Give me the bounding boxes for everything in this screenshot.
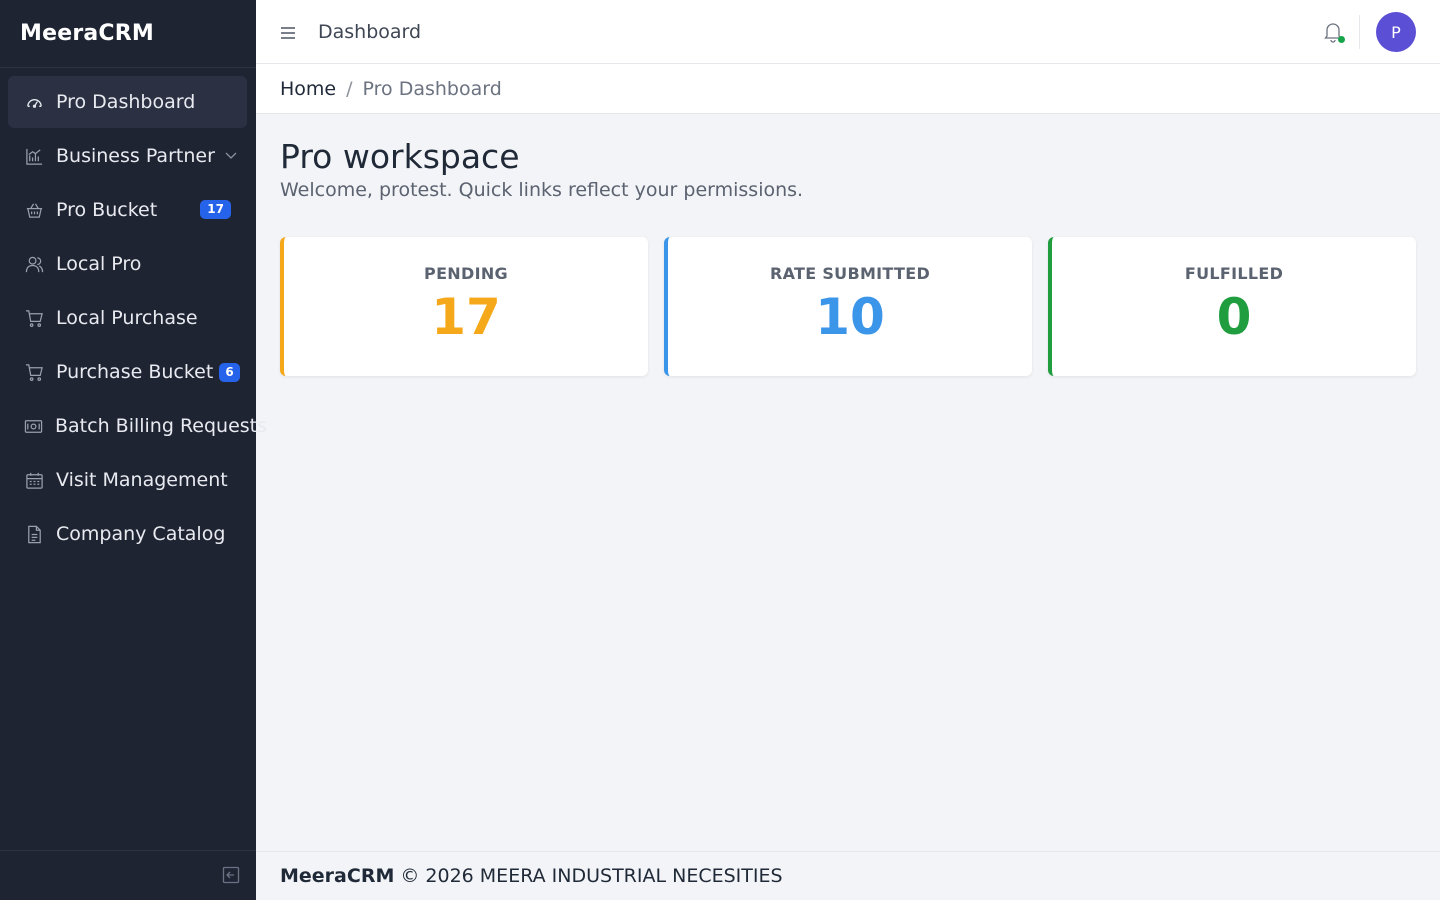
chart-icon	[24, 146, 44, 166]
avatar[interactable]: P	[1376, 12, 1416, 52]
sidebar-footer	[0, 850, 256, 900]
main-content: Pro workspace Welcome, protest. Quick li…	[256, 137, 1440, 376]
dashboard-gauge-icon	[24, 92, 44, 112]
stat-card-rate-submitted[interactable]: RATE SUBMITTED 10	[664, 237, 1032, 376]
sidebar-item-pro-bucket[interactable]: Pro Bucket 17	[8, 184, 247, 236]
sidebar-item-pro-dashboard[interactable]: Pro Dashboard	[8, 76, 247, 128]
breadcrumb: Home / Pro Dashboard	[256, 64, 1440, 114]
sidebar-item-label: Company Catalog	[56, 523, 226, 545]
sidebar-item-local-pro[interactable]: Local Pro	[8, 238, 247, 290]
sidebar-item-label: Pro Bucket	[56, 199, 158, 221]
stat-card-value: 0	[1216, 288, 1252, 346]
notification-bell-icon[interactable]	[1323, 21, 1345, 43]
stat-card-label: RATE SUBMITTED	[769, 264, 931, 283]
topbar-actions: P	[1323, 12, 1416, 52]
calendar-icon	[24, 470, 44, 490]
stat-card-value: 17	[431, 288, 501, 346]
stat-card-pending[interactable]: PENDING 17	[280, 237, 648, 376]
sidebar-item-business-partner[interactable]: Business Partner	[8, 130, 247, 182]
brand: MeeraCRM	[0, 0, 256, 68]
page-subtitle: Welcome, protest. Quick links reflect yo…	[280, 179, 804, 201]
breadcrumb-separator: /	[346, 77, 353, 100]
breadcrumb-current: Pro Dashboard	[362, 77, 502, 100]
sidebar-item-label: Pro Dashboard	[56, 91, 196, 113]
chevron-down-icon[interactable]	[225, 152, 237, 160]
count-badge: 17	[200, 200, 231, 219]
users-icon	[24, 254, 44, 274]
billing-icon	[24, 416, 43, 436]
count-badge: 6	[219, 362, 240, 382]
footer-copyright: © 2026 MEERA INDUSTRIAL NECESITIES	[400, 865, 783, 887]
sidebar-item-visit-management[interactable]: Visit Management	[8, 454, 247, 506]
page-footer: MeeraCRM © 2026 MEERA INDUSTRIAL NECESIT…	[256, 851, 1440, 900]
sidebar-nav: Pro Dashboard Business Partner Pro Bucke…	[0, 68, 267, 560]
stat-card-label: PENDING	[424, 264, 508, 283]
sidebar-item-label: Visit Management	[56, 469, 228, 491]
cart-icon	[24, 308, 44, 328]
sidebar-item-batch-billing-requests[interactable]: Batch Billing Requests	[8, 400, 267, 452]
breadcrumb-home-link[interactable]: Home	[280, 78, 336, 100]
stat-card-fulfilled[interactable]: FULFILLED 0	[1048, 237, 1416, 376]
basket-icon	[24, 200, 44, 220]
collapse-sidebar-icon[interactable]	[222, 866, 242, 886]
menu-toggle-icon[interactable]	[280, 25, 296, 39]
topbar: Dashboard P	[256, 0, 1440, 64]
brand-logo-text[interactable]: MeeraCRM	[20, 21, 154, 46]
sidebar-item-label: Local Pro	[56, 253, 142, 275]
document-icon	[24, 524, 44, 544]
footer-brand: MeeraCRM	[280, 865, 395, 887]
stat-cards: PENDING 17 RATE SUBMITTED 10 FULFILLED 0	[280, 237, 1416, 376]
notification-status-dot	[1338, 36, 1345, 43]
topbar-divider	[1359, 15, 1360, 49]
sidebar-item-label: Local Purchase	[56, 307, 198, 329]
sidebar-item-label: Business Partner	[56, 145, 215, 167]
stat-card-label: FULFILLED	[1184, 264, 1284, 283]
sidebar-item-purchase-bucket[interactable]: Purchase Bucket 6	[8, 346, 247, 398]
sidebar: MeeraCRM Pro Dashboard Business Partner …	[0, 0, 267, 900]
sidebar-item-local-purchase[interactable]: Local Purchase	[8, 292, 247, 344]
stat-card-value: 10	[815, 288, 885, 346]
sidebar-item-company-catalog[interactable]: Company Catalog	[8, 508, 247, 560]
sidebar-item-label: Purchase Bucket	[56, 361, 214, 383]
sidebar-item-label: Batch Billing Requests	[55, 415, 268, 437]
topbar-title: Dashboard	[318, 20, 422, 43]
cart-icon	[24, 362, 44, 382]
page-title: Pro workspace	[280, 137, 520, 176]
